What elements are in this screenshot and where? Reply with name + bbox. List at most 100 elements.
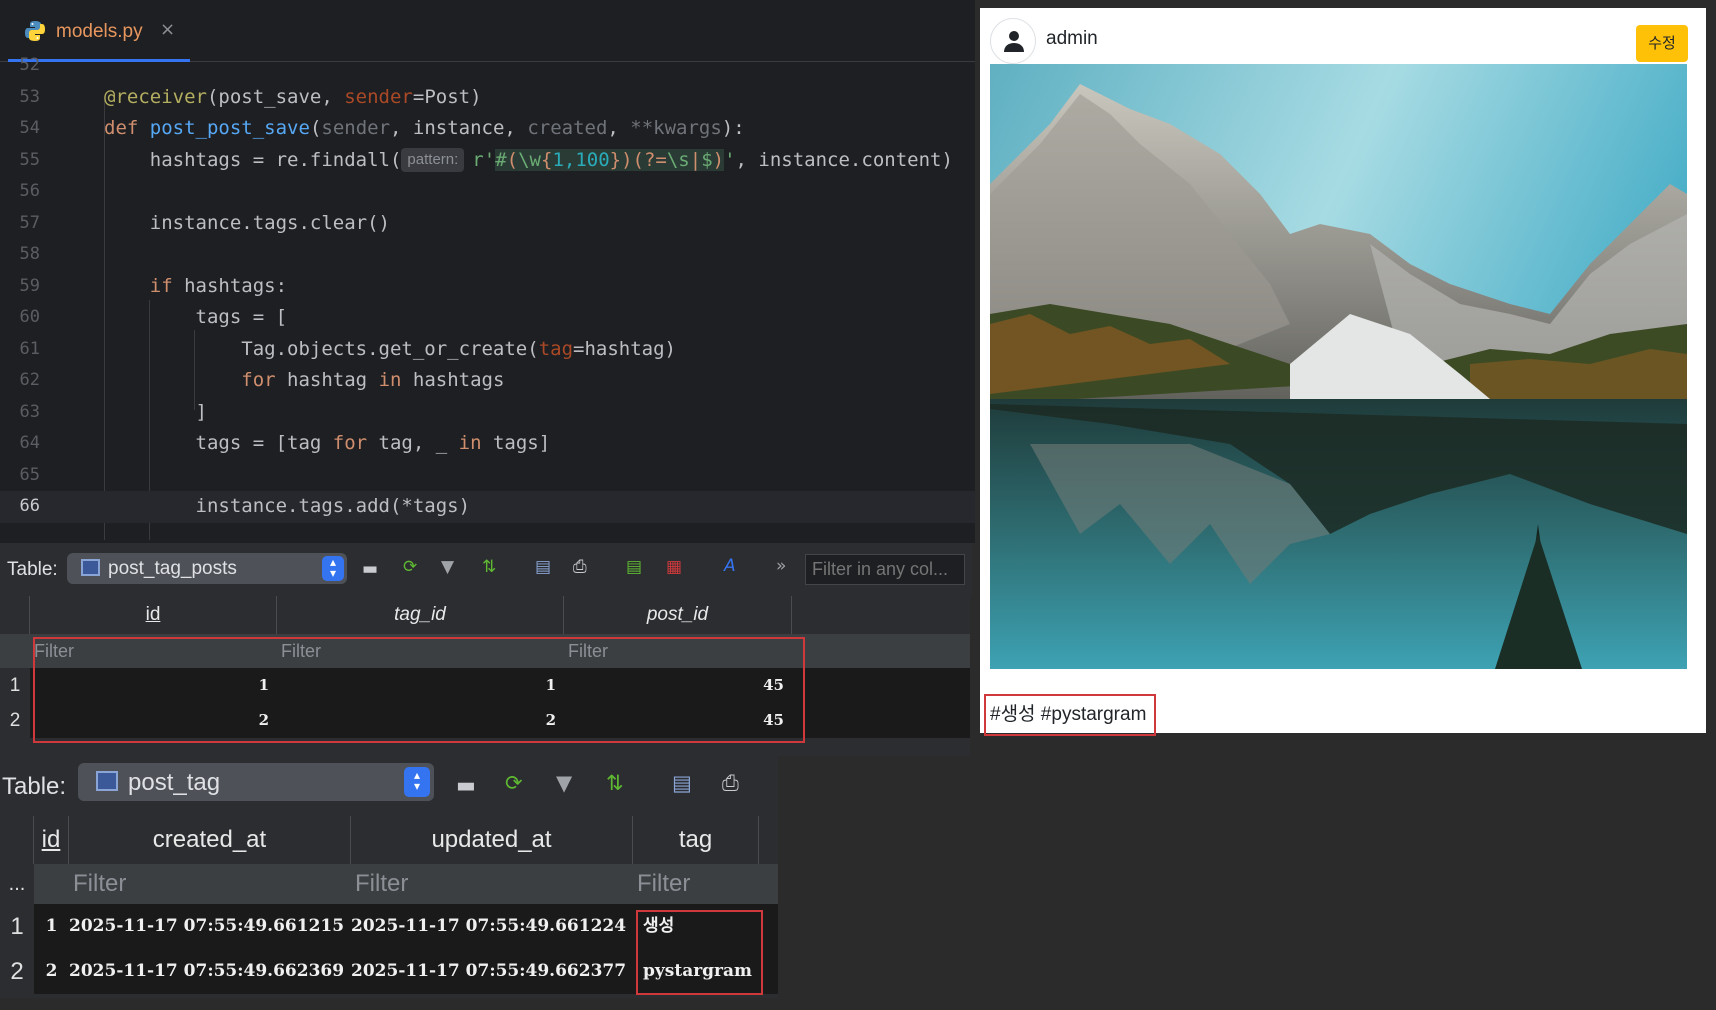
add-row-icon[interactable]: ▬ <box>456 773 476 797</box>
table-label: Table: <box>2 773 67 800</box>
cell-post-id[interactable]: 45 <box>564 668 792 703</box>
code-line: 58 <box>0 239 975 271</box>
table-label: Table: <box>7 559 58 580</box>
code-line: 61 Tag.objects.get_or_create(tag=hashtag… <box>0 334 975 366</box>
delete-table-icon[interactable]: ▦ <box>666 557 682 577</box>
table-toolbar-post-tag-posts: Table: post_tag_posts ▴ ▾ ▬ ⟳ ▼ ⇅ ▤ ⎙ ▤ ▦… <box>0 543 972 596</box>
code-line-current: 66 instance.tags.add(*tags) <box>0 491 975 523</box>
cell-id[interactable]: 2 <box>30 703 277 738</box>
table-row[interactable]: 1 1 1 45 <box>0 668 970 703</box>
username[interactable]: admin <box>1046 28 1098 50</box>
column-header-id[interactable]: id <box>34 816 69 864</box>
table-row[interactable]: 1 1 2025-11-17 07:55:49.661215 2025-11-1… <box>0 904 778 949</box>
cell-updated-at[interactable]: 2025-11-17 07:55:49.662377 <box>351 949 633 994</box>
filter-any-column-input[interactable] <box>805 554 965 585</box>
user-icon <box>1004 31 1024 52</box>
line-number: 61 <box>19 338 40 359</box>
table-select-value: post_tag_posts <box>108 558 237 579</box>
line-number: 65 <box>19 464 40 485</box>
code-line: 65 <box>0 460 975 492</box>
filter-cell-tag[interactable]: Filter <box>633 864 759 904</box>
code-area[interactable]: 52 53 @receiver(post_save, sender=Post) 5… <box>0 50 975 523</box>
add-row-icon[interactable]: ▬ <box>362 559 378 579</box>
grid-header-row: id created_at updated_at tag <box>0 816 778 864</box>
cell-created-at[interactable]: 2025-11-17 07:55:49.661215 <box>69 904 351 949</box>
row-number: 2 <box>0 949 34 994</box>
line-number: 54 <box>19 118 40 138</box>
line-number: 66 <box>19 496 40 516</box>
column-header-id[interactable]: id <box>30 596 277 634</box>
code-line: 60 tags = [ <box>0 302 975 334</box>
line-number: 62 <box>19 370 40 390</box>
import-icon[interactable]: ▤ <box>626 557 642 577</box>
line-number: 52 <box>19 55 40 75</box>
avatar[interactable] <box>990 18 1036 64</box>
export-icon[interactable]: ▤ <box>535 557 551 577</box>
filter-cell-tag-id[interactable]: Filter <box>277 634 564 668</box>
select-stepper-icon: ▴ ▾ <box>404 767 430 797</box>
table-icon <box>96 771 118 791</box>
line-number: 56 <box>19 181 40 201</box>
code-line: 53 @receiver(post_save, sender=Post) <box>0 82 975 114</box>
filter-icon[interactable]: ▼ <box>441 557 454 577</box>
code-line: 52 <box>0 50 975 82</box>
table-select[interactable]: post_tag ▴ ▾ <box>78 763 434 801</box>
row-number-header <box>0 596 30 634</box>
filter-cell-post-id[interactable]: Filter <box>564 634 792 668</box>
cell-created-at[interactable]: 2025-11-17 07:55:49.662369 <box>69 949 351 994</box>
cell-id[interactable]: 1 <box>30 668 277 703</box>
filter-icon[interactable]: ▼ <box>556 771 572 795</box>
code-line: 56 <box>0 176 975 208</box>
cell-updated-at[interactable]: 2025-11-17 07:55:49.661224 <box>351 904 633 949</box>
line-number: 58 <box>19 244 40 264</box>
cell-id[interactable]: 1 <box>34 904 69 949</box>
column-header-tag[interactable]: tag <box>633 816 759 864</box>
column-header-tag-id[interactable]: tag_id <box>277 596 564 634</box>
cell-tag[interactable]: pystargram <box>633 949 759 994</box>
code-editor[interactable]: models.py × 52 53 @receiver(post_save, se… <box>0 0 975 543</box>
filter-cell-updated-at[interactable]: Filter <box>351 864 633 904</box>
row-number: 2 <box>0 703 30 738</box>
cell-tag-id[interactable]: 2 <box>277 703 564 738</box>
print-icon[interactable]: ⎙ <box>573 557 587 577</box>
line-number: 64 <box>19 433 40 453</box>
grid-filter-row: ... Filter Filter Filter <box>0 864 778 904</box>
sort-icon[interactable]: ⇅ <box>606 771 624 795</box>
sort-icon[interactable]: ⇅ <box>482 557 496 577</box>
column-header-created-at[interactable]: created_at <box>69 816 351 864</box>
column-header-post-id[interactable]: post_id <box>564 596 792 634</box>
code-line: 54 def post_post_save(sender, instance, c… <box>0 113 975 145</box>
column-header-updated-at[interactable]: updated_at <box>351 816 633 864</box>
table-row[interactable]: 2 2 2025-11-17 07:55:49.662369 2025-11-1… <box>0 949 778 994</box>
refresh-icon[interactable]: ⟳ <box>505 771 523 795</box>
filter-cell-created-at[interactable]: Filter <box>69 864 351 904</box>
print-icon[interactable]: ⎙ <box>722 771 739 796</box>
cell-post-id[interactable]: 45 <box>564 703 792 738</box>
grid-header-row: id tag_id post_id <box>0 596 970 634</box>
parameter-hint: pattern: <box>401 148 465 172</box>
filter-cell-id[interactable]: Filter <box>30 634 277 668</box>
export-icon[interactable]: ▤ <box>672 771 692 795</box>
line-number: 60 <box>19 307 40 327</box>
table-toolbar-post-tag: Table: post_tag ▴ ▾ ▬ ⟳ ▼ ⇅ ▤ ⎙ <box>0 756 778 816</box>
overflow-icon[interactable]: » <box>776 556 786 576</box>
table-row[interactable]: 2 2 2 45 <box>0 703 970 738</box>
post-caption: #생성 #pystargram <box>990 704 1147 725</box>
tab-close-icon[interactable]: × <box>160 19 175 40</box>
code-line: 64 tags = [tag for tag, _ in tags] <box>0 428 975 460</box>
cell-tag-id[interactable]: 1 <box>277 668 564 703</box>
cell-id[interactable]: 2 <box>34 949 69 994</box>
row-number-ellipsis: ... <box>0 864 34 904</box>
table-icon <box>81 559 100 576</box>
python-file-icon <box>25 21 45 41</box>
row-number-header <box>0 816 34 864</box>
select-stepper-icon: ▴ ▾ <box>322 556 344 581</box>
edit-button[interactable]: 수정 <box>1636 25 1688 62</box>
table-select[interactable]: post_tag_posts ▴ ▾ <box>67 553 347 584</box>
refresh-icon[interactable]: ⟳ <box>403 557 417 577</box>
line-number: 55 <box>19 149 40 170</box>
code-line: 62 for hashtag in hashtags <box>0 365 975 397</box>
cell-tag[interactable]: 생성 <box>633 904 759 949</box>
font-icon[interactable]: A <box>724 556 736 576</box>
post-image <box>990 64 1687 669</box>
